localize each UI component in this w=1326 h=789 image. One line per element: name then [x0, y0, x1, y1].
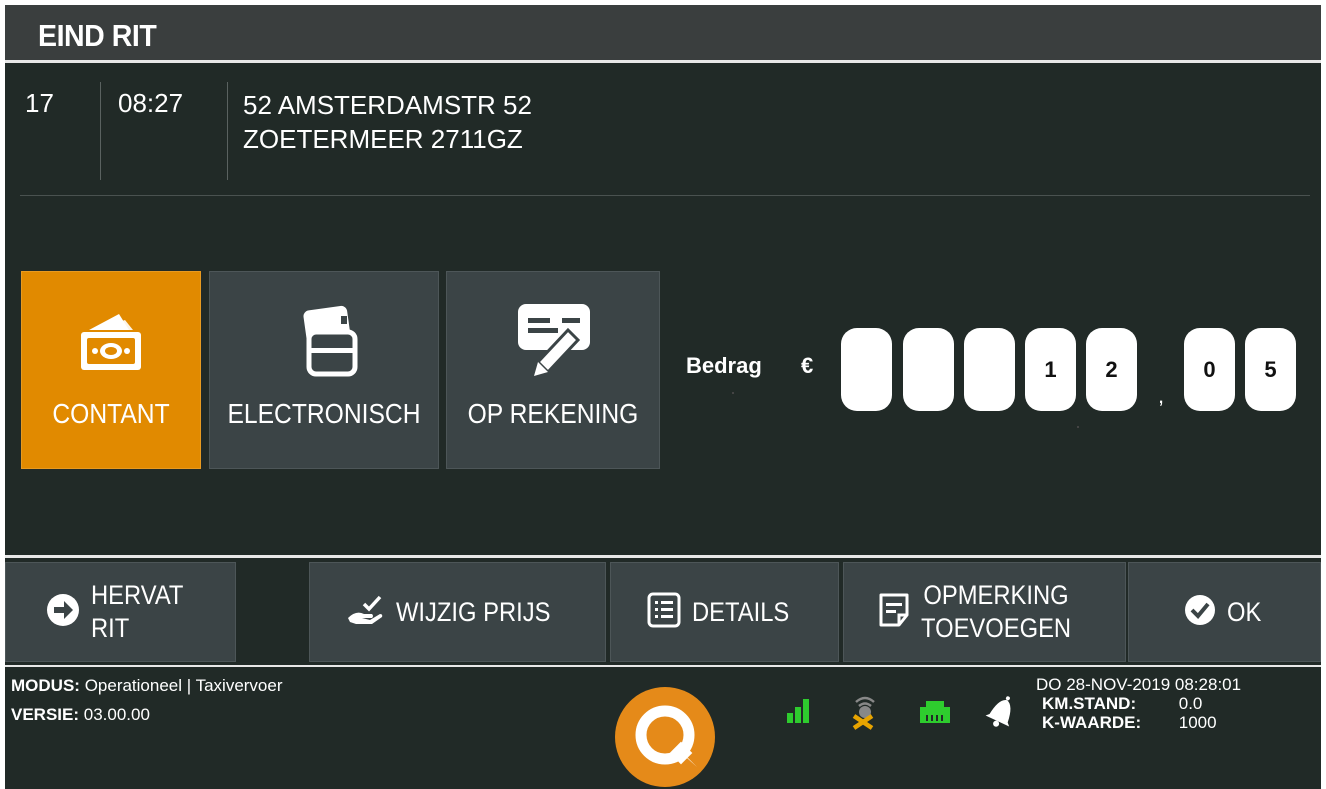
title-bar: EIND RIT — [5, 5, 1321, 63]
details-label: DETAILS — [692, 596, 790, 627]
ok-button[interactable]: OK — [1128, 562, 1321, 662]
invoice-sign-icon — [447, 300, 659, 380]
address-line-2: ZOETERMEER 2711GZ — [243, 124, 523, 154]
modus-value: Operationeel | Taxivervoer — [84, 676, 283, 695]
amount-digit[interactable] — [903, 328, 954, 411]
k-waarde-row: K-WAARDE: 1000 — [1042, 713, 1217, 733]
ride-number: 17 — [25, 88, 54, 118]
divider — [20, 195, 1310, 196]
payment-label: CONTANT — [52, 398, 170, 429]
payment-op-rekening-button[interactable]: OP REKENING — [446, 271, 660, 469]
divider — [5, 665, 1321, 667]
k-waarde-label: K-WAARDE: — [1042, 713, 1142, 732]
modus-label: MODUS: — [11, 676, 80, 695]
resume-ride-label: HERVAT RIT — [90, 580, 184, 643]
km-value: 0.0 — [1178, 694, 1203, 713]
arrow-right-circle-icon — [45, 592, 81, 633]
divider — [100, 82, 101, 180]
end-ride-screen: EIND RIT 17 08:27 52 AMSTERDAMSTR 52 ZOE… — [5, 5, 1321, 789]
note-icon — [877, 591, 911, 634]
resume-ride-button[interactable]: HERVAT RIT — [5, 562, 236, 662]
ride-address: 52 AMSTERDAMSTR 52 ZOETERMEER 2711GZ — [243, 88, 532, 156]
ok-label: OK — [1226, 596, 1262, 627]
versie-row: VERSIE: 03.00.00 — [11, 705, 150, 725]
hand-check-icon — [344, 594, 386, 631]
address-line-1: 52 AMSTERDAMSTR 52 — [243, 90, 532, 120]
app-logo[interactable] — [615, 687, 715, 787]
currency-symbol: € — [801, 353, 814, 378]
gps-disabled-icon — [848, 694, 882, 735]
signal-icon — [785, 697, 813, 730]
card-icon — [210, 300, 438, 380]
page-title: EIND RIT — [38, 18, 157, 53]
k-waarde-value: 1000 — [1178, 713, 1217, 732]
payment-contant-button[interactable]: CONTANT — [21, 271, 201, 469]
change-price-button[interactable]: WIJZIG PRIJS — [309, 562, 606, 662]
ride-info: 17 08:27 52 AMSTERDAMSTR 52 ZOETERMEER 2… — [5, 66, 1321, 196]
payment-electronisch-button[interactable]: ELECTRONISCH — [209, 271, 439, 469]
amount-digit[interactable] — [964, 328, 1015, 411]
add-remark-button[interactable]: OPMERKING TOEVOEGEN — [843, 562, 1126, 662]
ride-time: 08:27 — [118, 88, 184, 118]
check-circle-icon — [1183, 593, 1217, 632]
versie-value: 03.00.00 — [83, 705, 150, 724]
network-icon — [918, 699, 952, 730]
list-icon — [646, 591, 682, 634]
details-button[interactable]: DETAILS — [610, 562, 839, 662]
payment-label: OP REKENING — [467, 398, 639, 429]
cash-icon — [22, 300, 200, 380]
amount-digit[interactable]: 2 — [1086, 328, 1137, 411]
amount-decimal-digit[interactable]: 5 — [1245, 328, 1296, 411]
modus-row: MODUS: Operationeel | Taxivervoer — [11, 676, 283, 696]
change-price-label: WIJZIG PRIJS — [395, 596, 551, 627]
amount-digit[interactable]: 1 — [1025, 328, 1076, 411]
add-remark-label: OPMERKING TOEVOEGEN — [921, 580, 1072, 643]
bell-icon[interactable] — [980, 691, 1024, 736]
datetime: DO 28-NOV-2019 08:28:01 — [1036, 675, 1242, 694]
payment-label: ELECTRONISCH — [227, 398, 421, 429]
km-row: KM.STAND: 0.0 — [1042, 694, 1202, 714]
decorative-dot — [732, 392, 734, 394]
amount-label: Bedrag — [686, 353, 762, 378]
divider — [227, 82, 228, 180]
km-label: KM.STAND: — [1042, 694, 1137, 713]
versie-label: VERSIE: — [11, 705, 80, 724]
decimal-separator: , — [1158, 383, 1165, 408]
divider — [5, 555, 1321, 558]
amount-digit[interactable] — [841, 328, 892, 411]
amount-decimal-digit[interactable]: 0 — [1184, 328, 1235, 411]
decorative-dot — [1077, 426, 1079, 428]
